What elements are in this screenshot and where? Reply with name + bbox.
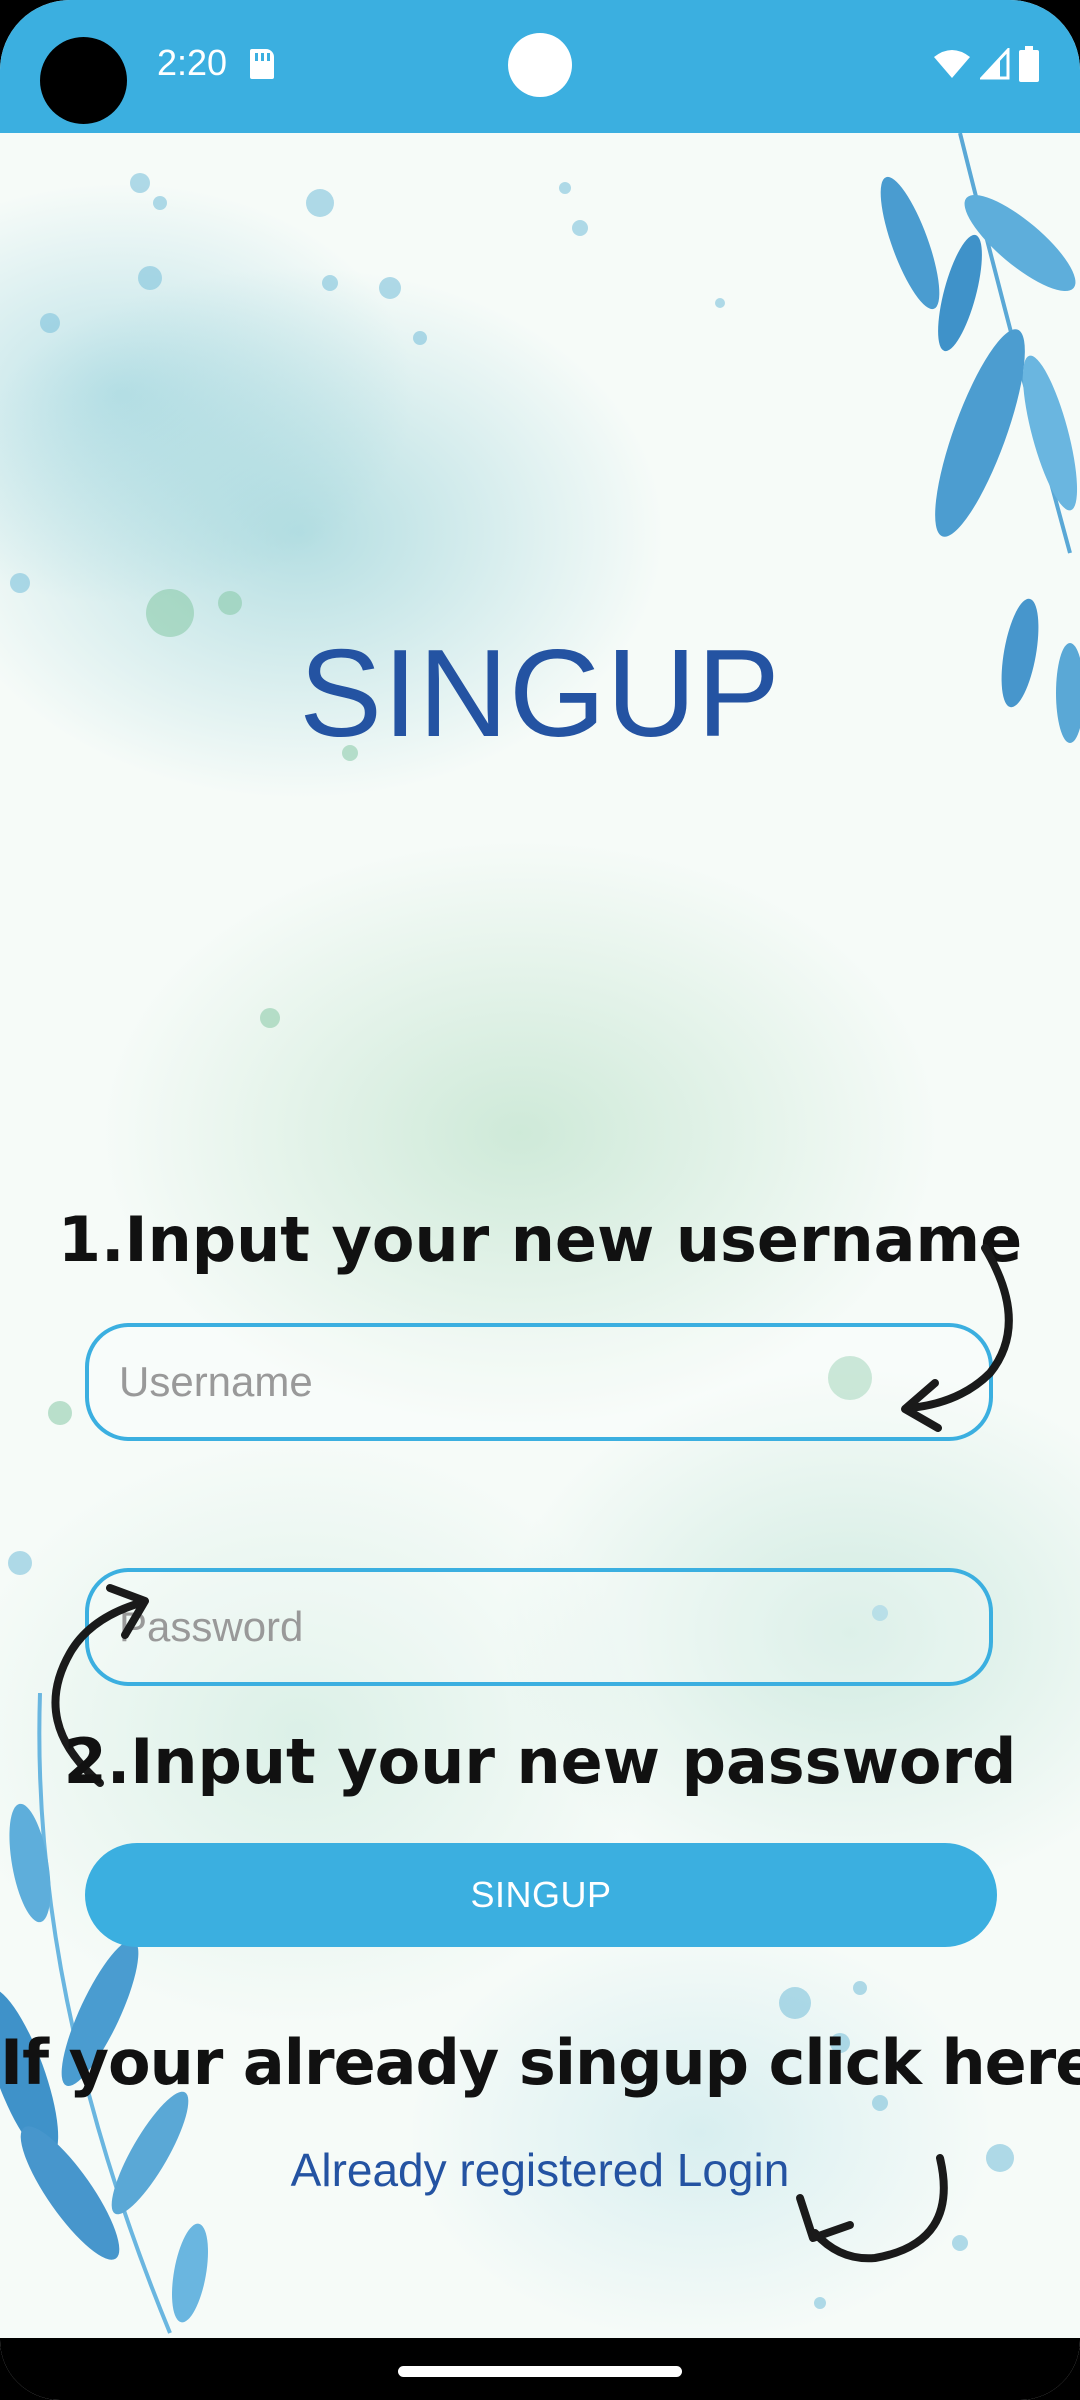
navigation-bar [0,2338,1080,2400]
arrow-icon [901,1244,1013,1432]
password-field-container [85,1568,993,1686]
signup-button[interactable]: SINGUP [85,1843,997,1947]
signup-screen: SINGUP 1.Input your new username 2.Input… [0,133,1080,2338]
status-time: 2:20 [157,42,228,83]
system-icons [932,45,1040,83]
password-input[interactable] [89,1572,989,1682]
battery-icon [1019,46,1039,82]
username-input[interactable] [89,1327,989,1437]
login-hint: If your already singup click here [0,2026,1080,2099]
signal-icon [980,48,1010,80]
home-gesture-handle[interactable] [398,2366,682,2377]
status-bar: 2:20 [0,0,1080,133]
front-camera-cutout [40,37,127,124]
password-hint: 2.Input your new password [63,1725,1017,1798]
phone-screen: 2:20 SINGUP 1.Input your new username Us… [0,0,1080,2400]
wifi-icon [934,50,970,78]
sd-card-icon [250,49,274,79]
arrow-icon [796,2154,948,2263]
username-field-container [85,1323,993,1441]
page-title: SINGUP [299,625,781,763]
camera-dot [508,33,572,97]
